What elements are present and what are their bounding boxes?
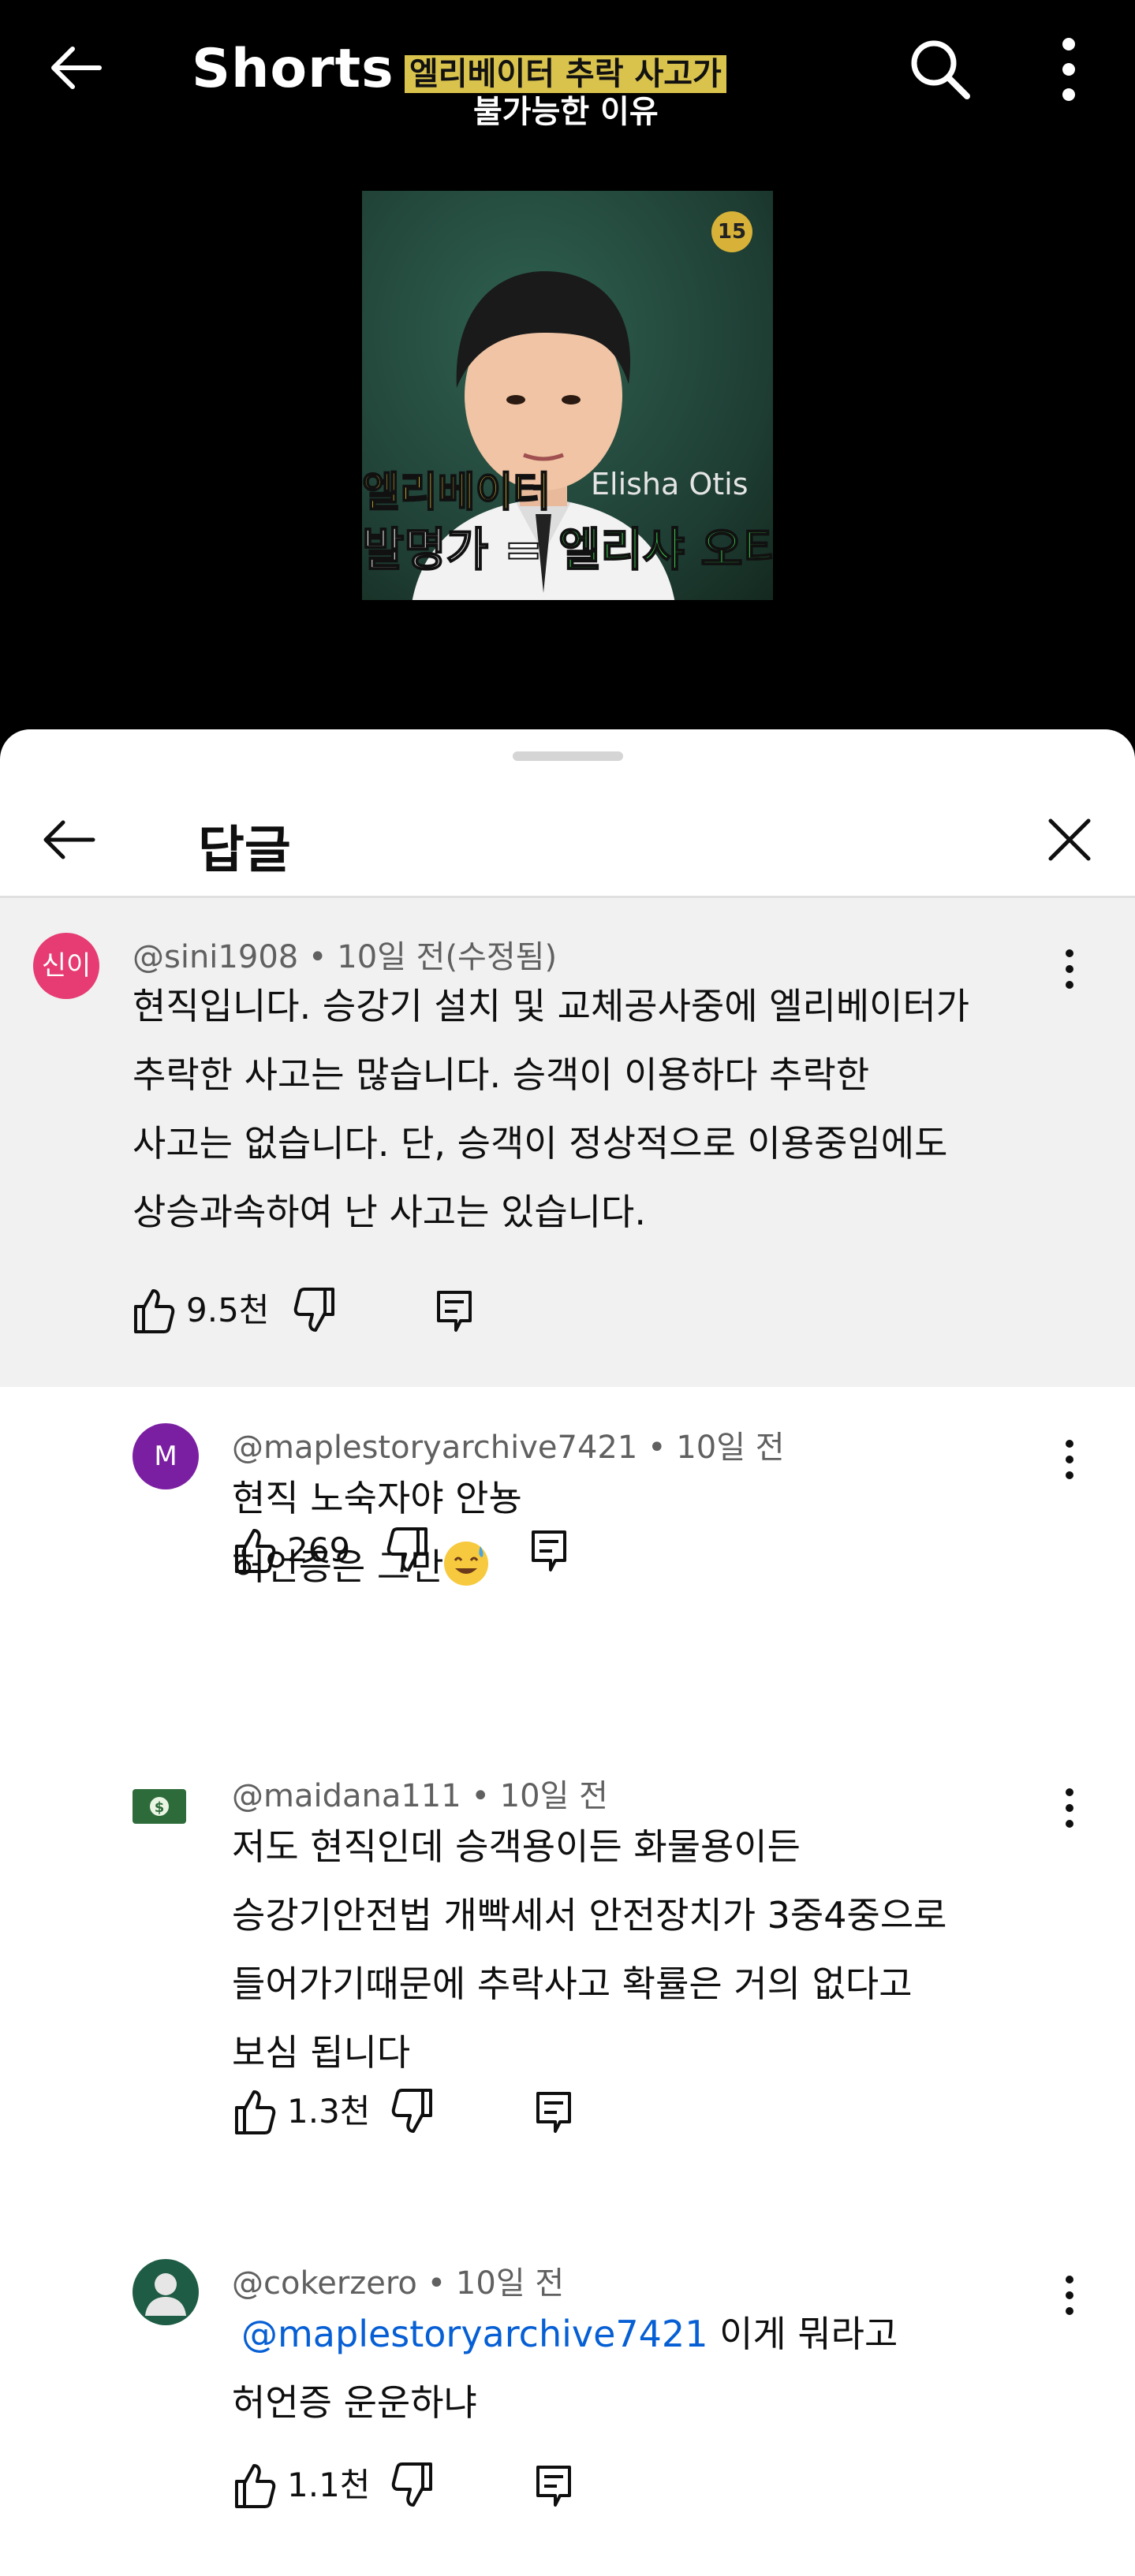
comment-more-icon[interactable] bbox=[1054, 2272, 1085, 2322]
avatar[interactable]: M bbox=[133, 1423, 199, 1489]
comment-line: 승강기안전법 개빡세서 안전장치가 3중4중으로 bbox=[232, 1894, 947, 1937]
video-thumbnail[interactable]: 15 Elisha Otis 엘리베이터 발명가 = 엘리샤 오티스 bbox=[362, 191, 773, 600]
user-mention-link[interactable]: @maplestoryarchive7421 bbox=[241, 2313, 708, 2355]
comment-more-icon[interactable] bbox=[1054, 945, 1085, 996]
comment-line: 사고는 없습니다. 단, 승객이 정상적으로 이용중임에도 bbox=[133, 1122, 948, 1165]
sheet-header: 답글 bbox=[0, 777, 1135, 895]
close-icon[interactable] bbox=[1040, 810, 1100, 870]
comment-author-meta[interactable]: @cokerzero • 10일 전 bbox=[232, 2257, 564, 2303]
comment-actions-row: 269 bbox=[232, 1523, 595, 1578]
video-name-caption: Elisha Otis bbox=[591, 467, 749, 501]
video-badge: 15 bbox=[711, 211, 752, 252]
reply-comment: $ @maidana111 • 10일 전 저도 현직인데 승객용이든 화물용이… bbox=[0, 1734, 1135, 2223]
reply-icon[interactable] bbox=[532, 2084, 576, 2139]
shorts-top-bar: Shorts 엘리베이터 추락 사고가 불가능한 이유 bbox=[0, 0, 1135, 142]
comment-text: @maplestoryarchive7421 이게 뭐라고 허언증 운운하냐 bbox=[232, 2300, 898, 2437]
reply-icon[interactable] bbox=[527, 1523, 571, 1578]
comment-line-rest: 이게 뭐라고 bbox=[708, 2313, 898, 2355]
search-icon[interactable] bbox=[905, 35, 973, 103]
reply-icon[interactable] bbox=[532, 2458, 576, 2513]
video-headline-line1: 엘리베이터 추락 사고가 bbox=[405, 55, 726, 93]
caption-equals: = bbox=[503, 522, 543, 577]
comment-author-meta[interactable]: @maplestoryarchive7421 • 10일 전 bbox=[232, 1422, 785, 1467]
like-count: 9.5천 bbox=[186, 1291, 270, 1329]
avatar[interactable]: 신이 bbox=[33, 933, 99, 999]
comment-line: 허언증 운운하냐 bbox=[232, 2381, 477, 2424]
caption-prefix: 발명가 bbox=[362, 522, 505, 577]
comment-line: 상승과속하여 난 사고는 있습니다. bbox=[133, 1191, 646, 1233]
parent-comment: 신이 @sini1908 • 10일 전(수정됨) 현직입니다. 승강기 설치 … bbox=[0, 898, 1135, 1387]
more-options-icon[interactable] bbox=[1049, 35, 1088, 106]
reply-icon[interactable] bbox=[432, 1283, 476, 1338]
replies-sheet: 답글 신이 @sini1908 • 10일 전(수정됨) 현직입니다. 승강기 … bbox=[0, 729, 1135, 2576]
money-icon: $ bbox=[133, 1789, 186, 1824]
avatar[interactable] bbox=[133, 2259, 199, 2325]
comment-actions: 1.3천 bbox=[232, 2084, 595, 2139]
like-icon[interactable] bbox=[131, 1283, 175, 1338]
comment-line: 들어가기때문에 추락사고 확률은 거의 없다고 bbox=[232, 1963, 913, 2005]
comment-more-icon[interactable] bbox=[1054, 1436, 1085, 1486]
sheet-title: 답글 bbox=[198, 822, 291, 880]
dislike-icon[interactable] bbox=[386, 1523, 431, 1578]
caption-name: 엘리샤 오티스 bbox=[558, 522, 773, 577]
dislike-icon[interactable] bbox=[293, 1283, 338, 1338]
dislike-icon[interactable] bbox=[391, 2458, 435, 2513]
app-title: Shorts bbox=[192, 38, 394, 100]
comment-actions: 9.5천 bbox=[131, 1283, 494, 1338]
comment-author-meta[interactable]: @sini1908 • 10일 전(수정됨) bbox=[133, 931, 557, 977]
comment-text: 저도 현직인데 승객용이든 화물용이든 승강기안전법 개빡세서 안전장치가 3중… bbox=[232, 1813, 946, 2087]
comment-line: @maplestoryarchive7421 이게 뭐라고 bbox=[232, 2300, 898, 2369]
back-arrow-icon[interactable] bbox=[36, 808, 99, 871]
like-count: 1.3천 bbox=[287, 2092, 371, 2131]
drag-handle[interactable] bbox=[513, 751, 623, 761]
comment-actions: 1.1천 bbox=[232, 2458, 595, 2513]
back-arrow-icon[interactable] bbox=[44, 36, 107, 99]
reply-comment: @cokerzero • 10일 전 @maplestoryarchive742… bbox=[0, 2223, 1135, 2576]
avatar-initials: 신이 bbox=[33, 933, 99, 999]
comment-line: 추락한 사고는 많습니다. 승객이 이용하다 추락한 bbox=[133, 1053, 870, 1096]
svg-text:$: $ bbox=[155, 1799, 165, 1816]
like-icon[interactable] bbox=[232, 1523, 276, 1578]
avatar-initials: M bbox=[133, 1423, 199, 1489]
comment-author-meta[interactable]: @maidana111 • 10일 전 bbox=[232, 1770, 608, 1816]
video-caption-line2: 발명가 = 엘리샤 오티스 bbox=[362, 513, 773, 579]
reply-comment: M @maplestoryarchive7421 • 10일 전 현직 노숙자야… bbox=[0, 1387, 1135, 1734]
avatar[interactable]: $ bbox=[133, 1789, 186, 1824]
comment-more-icon[interactable] bbox=[1054, 1784, 1085, 1835]
like-count: 1.1천 bbox=[287, 2466, 371, 2504]
video-headline-line2: 불가능한 이유 bbox=[473, 94, 659, 130]
comment-line: 현직입니다. 승강기 설치 및 교체공사중에 엘리베이터가 bbox=[133, 985, 970, 1027]
like-icon[interactable] bbox=[232, 2084, 276, 2139]
default-avatar-icon bbox=[145, 2273, 186, 2316]
dislike-icon[interactable] bbox=[391, 2084, 435, 2139]
comment-line: 보심 됩니다 bbox=[232, 2031, 411, 2074]
like-icon[interactable] bbox=[232, 2458, 276, 2513]
like-count: 269 bbox=[287, 1530, 351, 1569]
comment-line: 저도 현직인데 승객용이든 화물용이든 bbox=[232, 1825, 801, 1868]
comment-text: 현직입니다. 승강기 설치 및 교체공사중에 엘리베이터가 추락한 사고는 많습… bbox=[133, 972, 969, 1247]
video-caption-line1: 엘리베이터 bbox=[362, 468, 551, 517]
